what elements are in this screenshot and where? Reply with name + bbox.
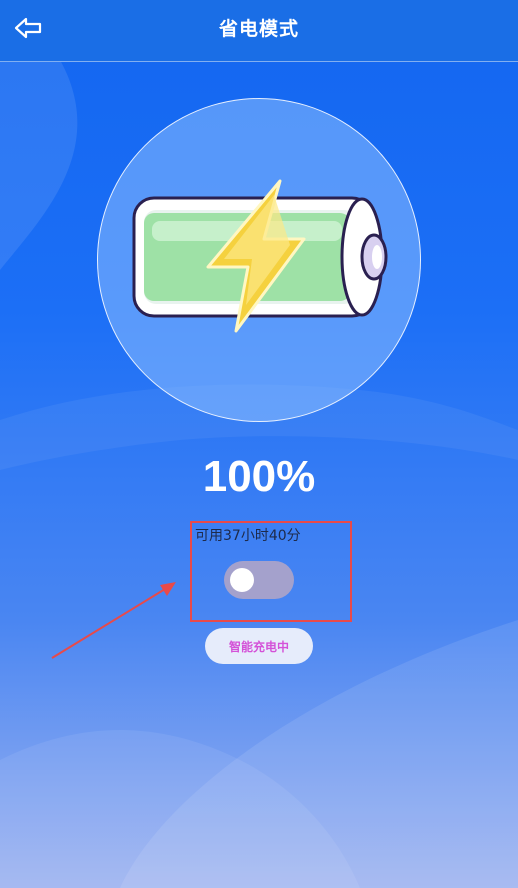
power-saving-toggle[interactable] [224,561,294,599]
battery-percent: 100% [202,452,316,501]
battery-illustration [132,179,388,333]
battery-circle [97,98,421,422]
toggle-knob [230,568,254,592]
smart-charging-button[interactable]: 智能充电中 [205,628,313,664]
app-header: 省电模式 [0,0,518,62]
page-title: 省电模式 [218,18,299,40]
